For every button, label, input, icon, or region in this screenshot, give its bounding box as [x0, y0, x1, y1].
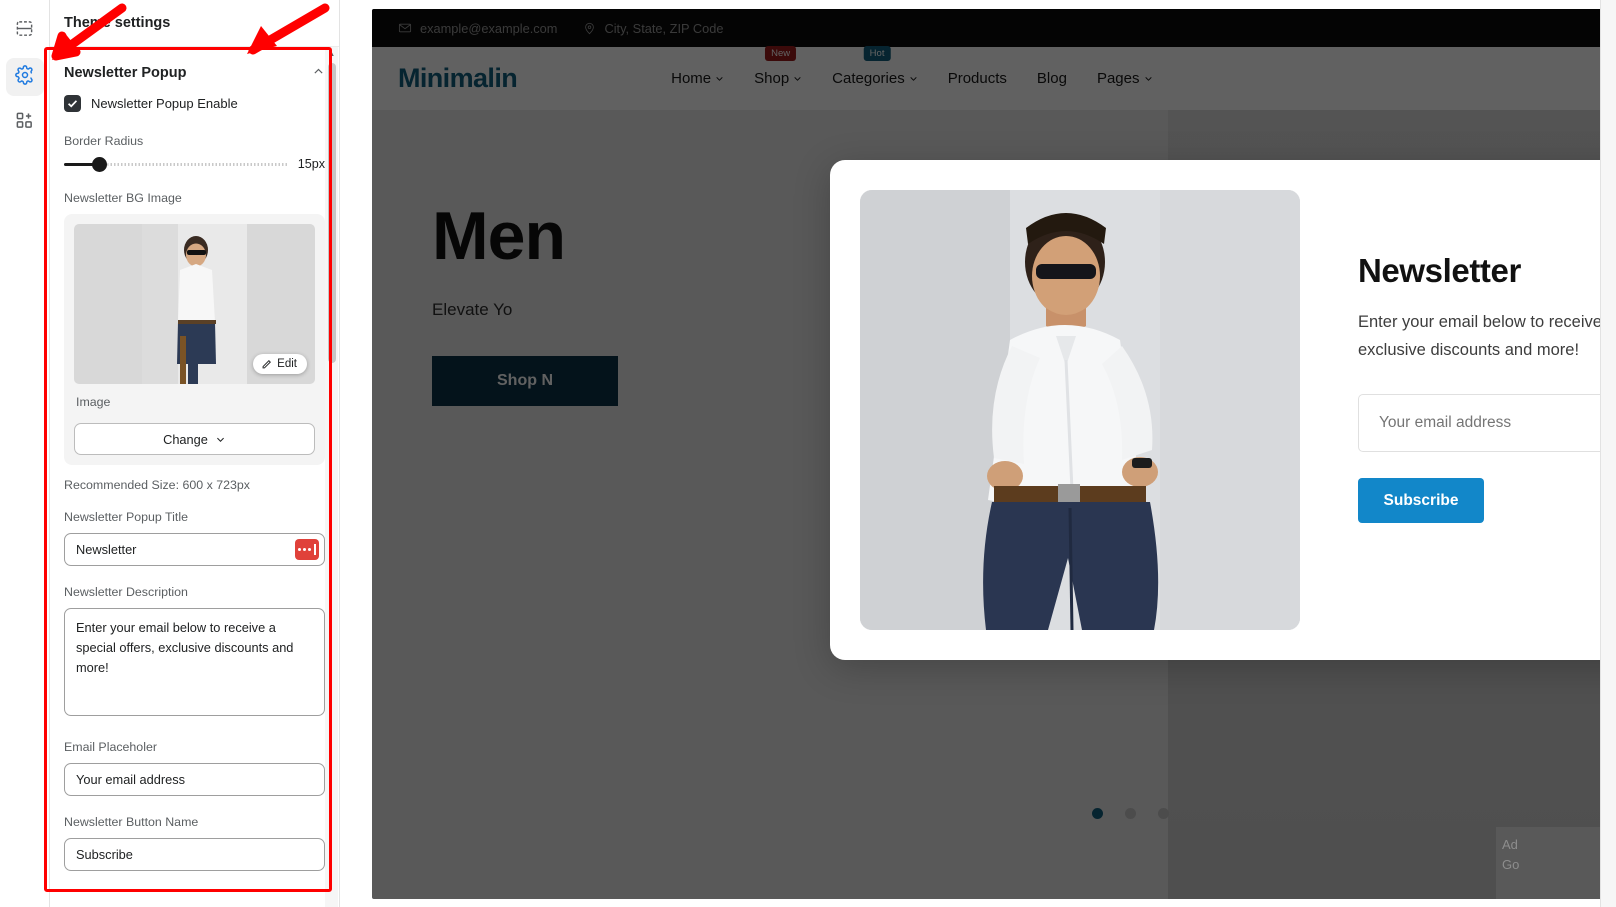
newsletter-popup-title: Newsletter — [1358, 252, 1521, 289]
newsletter-popup-title-wrap — [64, 533, 325, 566]
section-title: Newsletter Popup — [64, 65, 187, 81]
panel-scrollbar[interactable]: ▲ — [325, 47, 338, 907]
newsletter-email-field-wrap — [1358, 394, 1616, 453]
image-thumbnail-photo — [142, 224, 247, 384]
email-placeholder-wrap — [64, 763, 325, 796]
border-radius-slider-row[interactable]: 15px — [64, 157, 325, 172]
theme-settings-panel: Theme settings Newsletter Popup Newslett… — [50, 0, 340, 907]
newsletter-popup-title-label: Newsletter Popup Title — [64, 510, 188, 524]
scroll-up-arrow-icon[interactable]: ▲ — [328, 47, 336, 61]
sidebar-item-app-embeds[interactable] — [6, 104, 44, 142]
newsletter-popup-enable-label: Newsletter Popup Enable — [91, 96, 238, 111]
sidebar-item-sections[interactable] — [6, 12, 44, 50]
sections-icon — [15, 19, 34, 43]
newsletter-button-name-input[interactable] — [64, 838, 325, 871]
recommended-size-text: Recommended Size: 600 x 723px — [64, 478, 250, 492]
newsletter-popup-description: Enter your email below to receive a spec… — [1358, 313, 1616, 360]
sidebar-item-theme-settings[interactable] — [5, 58, 44, 96]
slider-remaining-track — [107, 162, 288, 166]
border-radius-value: 15px — [297, 157, 325, 171]
panel-scroll-area: Newsletter Popup Newsletter Popup Enable… — [50, 47, 339, 907]
app-embeds-icon — [15, 111, 34, 135]
edge-panel-line1: Ad — [1502, 837, 1518, 852]
edge-panel: Ad Go — [1496, 827, 1616, 907]
newsletter-email-input[interactable] — [1379, 414, 1616, 433]
image-thumbnail[interactable]: Edit — [74, 224, 315, 384]
edge-panel-line2: Go — [1502, 856, 1520, 872]
edit-image-button[interactable]: Edit — [253, 354, 307, 374]
newsletter-popup-section-header[interactable]: Newsletter Popup — [64, 47, 325, 95]
newsletter-popup-modal: ✕ — [830, 160, 1616, 660]
edit-dots-icon[interactable] — [295, 539, 319, 560]
newsletter-description-label: Newsletter Description — [64, 585, 188, 599]
newsletter-popup-image — [860, 190, 1300, 630]
panel-title: Theme settings — [50, 0, 339, 47]
email-placeholder-input[interactable] — [64, 763, 325, 796]
editor-icon-rail — [0, 0, 50, 907]
newsletter-description-textarea[interactable]: Enter your email below to receive a spec… — [64, 608, 325, 716]
theme-editor-app: Theme settings Newsletter Popup Newslett… — [0, 0, 1616, 907]
slider-handle[interactable] — [92, 157, 107, 172]
chevron-up-icon[interactable] — [312, 65, 325, 81]
image-picker-card: Edit Image Change — [64, 214, 325, 465]
newsletter-bg-image-label: Newsletter BG Image — [64, 191, 182, 205]
change-image-button[interactable]: Change — [74, 423, 315, 455]
border-radius-label: Border Radius — [64, 134, 144, 148]
man-photo-illustration — [142, 224, 247, 384]
edit-image-label: Edit — [277, 358, 297, 370]
gear-icon — [14, 64, 35, 90]
change-image-label: Change — [163, 431, 208, 447]
newsletter-popup-body: Newsletter Enter your email below to rec… — [1300, 190, 1616, 630]
newsletter-popup-enable-row[interactable]: Newsletter Popup Enable — [64, 95, 325, 112]
pencil-icon — [262, 359, 272, 368]
image-caption: Image — [76, 395, 111, 409]
subscribe-button[interactable]: Subscribe — [1358, 478, 1484, 524]
newsletter-button-name-wrap — [64, 838, 325, 871]
model-photo-illustration — [860, 190, 1300, 630]
email-placeholder-label: Email Placeholer — [64, 740, 157, 754]
newsletter-popup-title-input[interactable] — [64, 533, 325, 566]
chevron-down-icon — [216, 437, 224, 442]
scrollbar-thumb[interactable] — [327, 63, 336, 363]
border-radius-slider[interactable] — [64, 157, 288, 172]
newsletter-popup-enable-checkbox[interactable] — [64, 95, 81, 112]
newsletter-button-name-label: Newsletter Button Name — [64, 815, 199, 829]
storefront-preview: example@example.com City, State, ZIP Cod… — [340, 0, 1616, 907]
preview-vertical-scrollbar[interactable] — [1600, 0, 1616, 907]
